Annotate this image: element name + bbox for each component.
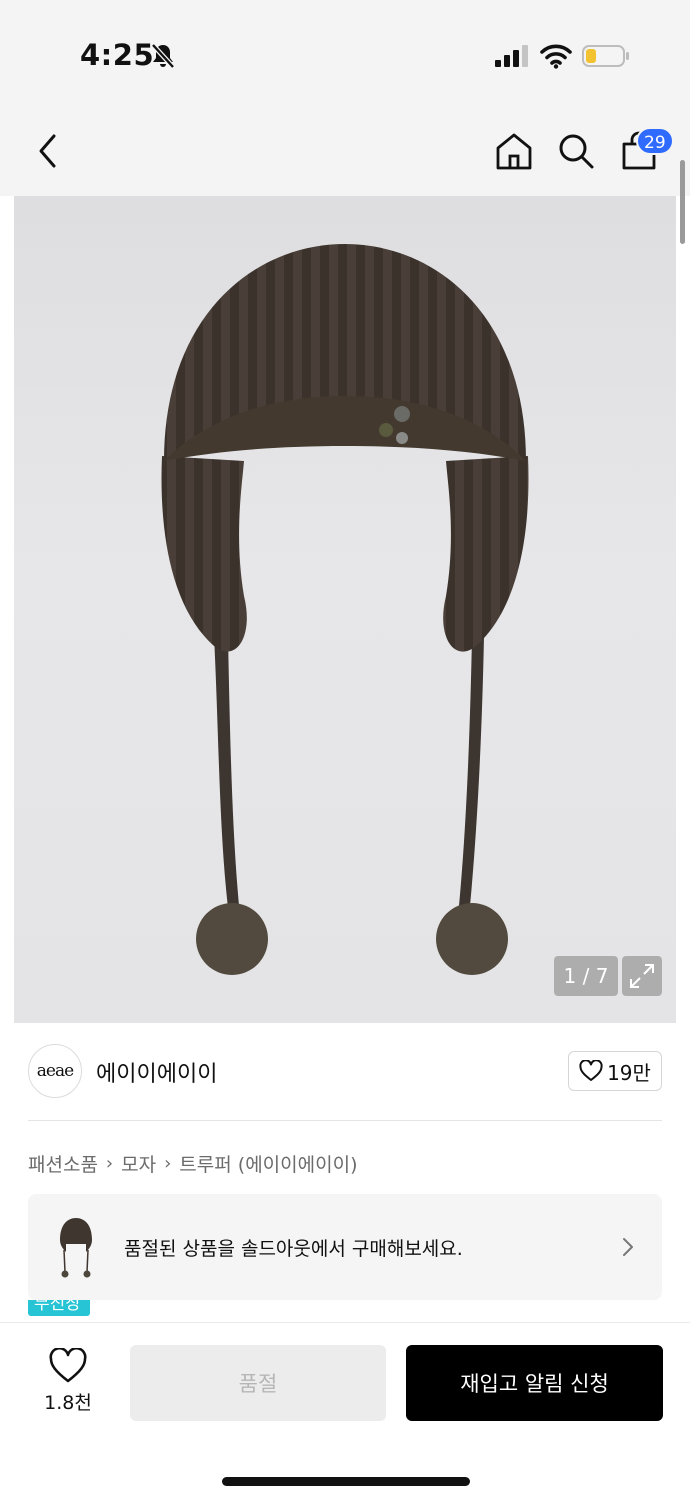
signal-icon [495, 45, 528, 67]
soldout-button[interactable]: 품절 [130, 1345, 386, 1421]
bell-off-icon [151, 43, 175, 69]
chevron-right-icon: › [164, 1153, 172, 1174]
tag-badge-label: 무진장 [34, 1300, 81, 1314]
expand-icon [630, 964, 654, 988]
home-indicator [222, 1477, 470, 1486]
scroll-indicator [680, 160, 685, 244]
back-icon[interactable] [30, 130, 66, 172]
heart-icon [579, 1060, 603, 1081]
wifi-icon [540, 44, 572, 69]
expand-image-button[interactable] [622, 956, 662, 996]
wish-count: 1.8천 [44, 1392, 92, 1414]
brand-like-button[interactable]: 19만 [568, 1051, 662, 1091]
restock-alert-button[interactable]: 재입고 알림 신청 [406, 1345, 663, 1421]
chevron-right-icon [623, 1238, 633, 1256]
brand-logo[interactable]: aeae [28, 1044, 82, 1098]
tag-badge: 무진장 [28, 1300, 90, 1316]
soldout-banner[interactable]: 품절된 상품을 솔드아웃에서 구매해보세요. [28, 1194, 662, 1300]
trooper-hat-illustration [161, 244, 529, 975]
banner-thumbnail [48, 1214, 104, 1280]
home-icon[interactable] [494, 130, 534, 172]
status-time: 4:25 [80, 38, 155, 72]
breadcrumb-item[interactable]: 트루퍼 (에이이에이이) [179, 1150, 357, 1177]
heart-icon[interactable] [48, 1348, 88, 1384]
divider [28, 1120, 662, 1121]
banner-text: 품절된 상품을 솔드아웃에서 구매해보세요. [124, 1238, 463, 1260]
product-image[interactable] [14, 196, 676, 1023]
search-icon[interactable] [556, 130, 596, 172]
brand-like-count: 19만 [607, 1060, 651, 1085]
breadcrumb-item[interactable]: 패션소품 [28, 1150, 98, 1177]
image-counter: 1 / 7 [554, 956, 618, 996]
breadcrumb: 패션소품 › 모자 › 트루퍼 (에이이에이이) [28, 1150, 357, 1177]
breadcrumb-item[interactable]: 모자 [121, 1150, 156, 1177]
chevron-right-icon: › [105, 1153, 114, 1174]
brand-name[interactable]: 에이이에이이 [96, 1056, 217, 1088]
cart-count-badge: 29 [636, 127, 674, 155]
battery-icon [582, 45, 629, 67]
